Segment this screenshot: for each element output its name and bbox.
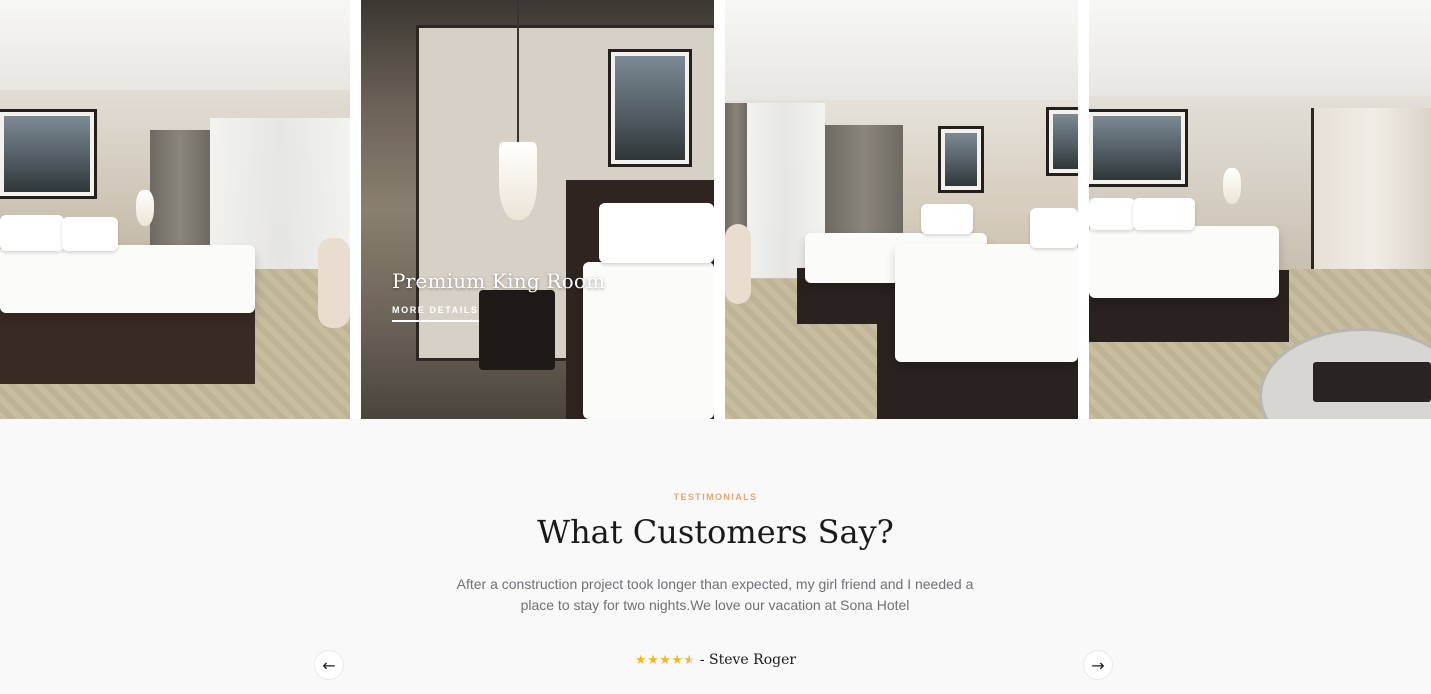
armchair bbox=[725, 224, 751, 304]
pillow bbox=[0, 215, 64, 251]
arrow-right-icon: → bbox=[1091, 656, 1105, 675]
bed bbox=[0, 245, 255, 313]
half-star-icon: ★ bbox=[684, 652, 696, 668]
pendant-lamp bbox=[499, 142, 537, 220]
room-caption: Premium King Room MORE DETAILS bbox=[392, 269, 605, 322]
room-artwork bbox=[608, 49, 692, 167]
pillow bbox=[599, 203, 714, 263]
pillow bbox=[921, 204, 973, 234]
testimonial-author: ★★★★★ - Steve Roger bbox=[0, 651, 1431, 668]
room-ceiling bbox=[725, 0, 1078, 100]
reviewer-name: - Steve Roger bbox=[699, 652, 797, 668]
room-artwork bbox=[1089, 109, 1188, 187]
rating-stars: ★★★★★ bbox=[634, 652, 700, 668]
room-artwork bbox=[1046, 107, 1078, 176]
bed bbox=[895, 244, 1078, 362]
section-title: What Customers Say? bbox=[537, 513, 894, 551]
armchair bbox=[318, 238, 350, 328]
lamp-cord bbox=[517, 0, 519, 142]
pillow bbox=[62, 217, 118, 251]
section-label: TESTIMONIALS bbox=[673, 492, 758, 502]
pendant-lamp bbox=[1223, 168, 1241, 204]
next-testimonial-button[interactable]: → bbox=[1083, 650, 1113, 680]
more-details-link[interactable]: MORE DETAILS bbox=[392, 305, 479, 322]
pillow bbox=[1133, 198, 1195, 230]
pillow bbox=[1030, 208, 1078, 248]
room-ceiling bbox=[0, 0, 350, 90]
room-artwork bbox=[938, 126, 984, 193]
bathroom bbox=[1311, 108, 1431, 278]
tea-tray bbox=[1313, 362, 1431, 402]
room-title: Premium King Room bbox=[392, 269, 606, 293]
room-card-featured[interactable]: Premium King Room MORE DETAILS bbox=[361, 0, 714, 419]
star-icon: ★ bbox=[634, 652, 648, 667]
room-card[interactable] bbox=[1089, 0, 1431, 419]
room-card[interactable] bbox=[725, 0, 1078, 419]
star-icon: ★ bbox=[647, 652, 660, 667]
star-icon: ★ bbox=[659, 652, 672, 667]
room-artwork bbox=[0, 109, 97, 199]
bed bbox=[1089, 226, 1279, 298]
lamp bbox=[136, 190, 154, 226]
star-icon: ★ bbox=[671, 652, 684, 667]
room-gallery: Premium King Room MORE DETAILS bbox=[0, 0, 1431, 419]
room-ceiling bbox=[1089, 0, 1431, 96]
testimonial-quote: After a construction project took longer… bbox=[456, 576, 974, 613]
testimonial-section: TESTIMONIALS What Customers Say? After a… bbox=[0, 419, 1431, 694]
pillow bbox=[1089, 198, 1135, 230]
room-card[interactable] bbox=[0, 0, 350, 419]
